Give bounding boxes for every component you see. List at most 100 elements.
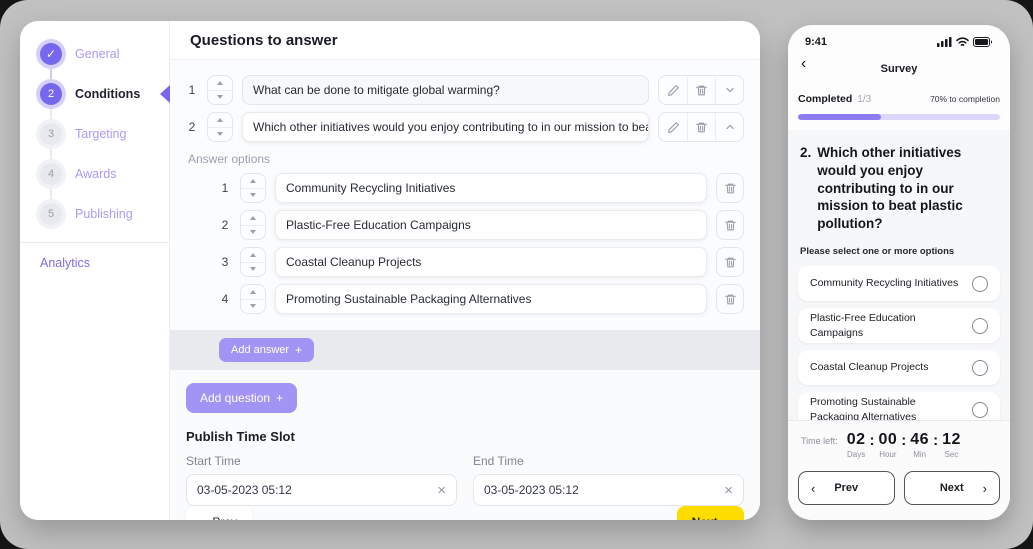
delete-icon[interactable]: [716, 247, 744, 277]
survey-option-2[interactable]: Plastic-Free Education Campaigns: [798, 308, 1000, 343]
check-icon: ✓: [46, 48, 56, 60]
answer-reorder-stepper: [240, 173, 266, 203]
next-label: Next: [692, 515, 718, 520]
sidebar-step-awards[interactable]: 4 Awards: [20, 154, 169, 194]
move-down-icon[interactable]: [208, 90, 232, 105]
survey-question-text: Which other initiatives would you enjoy …: [817, 144, 998, 233]
radio-icon[interactable]: [972, 318, 988, 334]
phone-prev-label: Prev: [834, 482, 858, 494]
question-input[interactable]: Which other initiatives would you enjoy …: [242, 112, 649, 142]
answer-input[interactable]: Plastic-Free Education Campaigns: [275, 210, 707, 240]
panel-header: Questions to answer: [170, 21, 760, 60]
step-circle-conditions: 2: [40, 83, 62, 105]
step-label-general: General: [75, 47, 119, 61]
add-answer-button[interactable]: Add answer +: [219, 338, 314, 362]
phone-nav-title: Survey: [881, 63, 918, 75]
survey-option-1[interactable]: Community Recycling Initiatives: [798, 266, 1000, 301]
wifi-icon: [956, 37, 969, 47]
move-up-icon[interactable]: [241, 211, 265, 225]
timer-colon: :: [933, 431, 938, 449]
survey-option-4[interactable]: Promoting Sustainable Packaging Alternat…: [798, 392, 1000, 420]
phone-status-bar: 9:41: [788, 25, 1010, 50]
collapse-chevron-up-icon[interactable]: [715, 113, 743, 141]
end-time-input[interactable]: 03-05-2023 05:12 ×: [473, 474, 744, 506]
sidebar-step-general[interactable]: ✓ General: [20, 34, 169, 74]
step-circle-targeting: 3: [40, 123, 62, 145]
answer-reorder-stepper: [240, 210, 266, 240]
sidebar-item-analytics[interactable]: Analytics: [20, 243, 169, 283]
timer-colon: :: [901, 431, 906, 449]
answer-input[interactable]: Promoting Sustainable Packaging Alternat…: [275, 284, 707, 314]
close-icon[interactable]: ×: [437, 483, 446, 498]
end-time-value: 03-05-2023 05:12: [484, 483, 724, 497]
progress-bar-track: [798, 114, 1000, 120]
move-up-icon[interactable]: [208, 76, 232, 90]
close-icon[interactable]: ×: [724, 483, 733, 498]
move-down-icon[interactable]: [241, 225, 265, 240]
delete-icon[interactable]: [716, 284, 744, 314]
phone-prev-button[interactable]: ‹ Prev: [798, 471, 895, 505]
move-up-icon[interactable]: [241, 285, 265, 299]
answer-input[interactable]: Community Recycling Initiatives: [275, 173, 707, 203]
answer-row-3: 3 Coastal Cleanup Projects: [219, 247, 744, 277]
answer-row-2: 2 Plastic-Free Education Campaigns: [219, 210, 744, 240]
survey-question-number: 2.: [800, 144, 811, 233]
completion-percent-text: 70% to completion: [930, 94, 1000, 104]
delete-icon[interactable]: [716, 210, 744, 240]
delete-icon[interactable]: [716, 173, 744, 203]
publish-section: Add question + Publish Time Slot Start T…: [170, 370, 760, 520]
move-down-icon[interactable]: [241, 262, 265, 277]
sidebar-step-publishing[interactable]: 5 Publishing: [20, 194, 169, 234]
question-row-1: 1 What can be done to mitigate global wa…: [186, 75, 744, 105]
campaign-editor-card: ✓ General 2 Conditions 3 Targeting 4 Awa…: [20, 21, 760, 520]
question-input[interactable]: What can be done to mitigate global warm…: [242, 75, 649, 105]
move-up-icon[interactable]: [208, 113, 232, 127]
end-time-label: End Time: [473, 454, 744, 468]
status-icons: [937, 37, 993, 47]
question-actions: [658, 112, 744, 142]
timer-seconds: 12 Sec: [942, 431, 961, 459]
radio-icon[interactable]: [972, 402, 988, 418]
phone-next-button[interactable]: Next ›: [904, 471, 1001, 505]
delete-icon[interactable]: [687, 113, 715, 141]
back-icon[interactable]: ‹: [801, 54, 806, 73]
edit-icon[interactable]: [659, 76, 687, 104]
move-down-icon[interactable]: [208, 127, 232, 142]
answer-reorder-stepper: [240, 284, 266, 314]
survey-helper-text: Please select one or more options: [800, 246, 998, 257]
sidebar-step-targeting[interactable]: 3 Targeting: [20, 114, 169, 154]
page-title: Questions to answer: [190, 32, 740, 49]
start-time-input[interactable]: 03-05-2023 05:12 ×: [186, 474, 457, 506]
delete-icon[interactable]: [687, 76, 715, 104]
start-time-label: Start Time: [186, 454, 457, 468]
countdown-timer: 02 Days : 00 Hour : 46 Min : 12 Sec: [847, 431, 961, 459]
chevron-left-icon: ‹: [811, 481, 815, 496]
radio-icon[interactable]: [972, 360, 988, 376]
chevron-left-icon: ‹: [201, 516, 205, 521]
prev-button[interactable]: ‹ Prev: [186, 506, 252, 520]
add-answer-label: Add answer: [231, 344, 289, 356]
answer-row-4: 4 Promoting Sustainable Packaging Altern…: [219, 284, 744, 314]
move-up-icon[interactable]: [241, 174, 265, 188]
screen: ✓ General 2 Conditions 3 Targeting 4 Awa…: [0, 0, 1033, 549]
edit-icon[interactable]: [659, 113, 687, 141]
move-down-icon[interactable]: [241, 188, 265, 203]
phone-nav-bar: ‹ Survey: [788, 50, 1010, 85]
progress-section: Completed 1/3 70% to completion: [788, 85, 1010, 130]
next-button[interactable]: Next ›: [677, 506, 744, 520]
cellular-signal-icon: [937, 37, 952, 47]
timer-hours: 00 Hour: [878, 431, 897, 459]
move-up-icon[interactable]: [241, 248, 265, 262]
question-actions: [658, 75, 744, 105]
timer-colon: :: [869, 431, 874, 449]
expand-chevron-down-icon[interactable]: [715, 76, 743, 104]
survey-option-3[interactable]: Coastal Cleanup Projects: [798, 350, 1000, 385]
radio-icon[interactable]: [972, 276, 988, 292]
sidebar-step-conditions[interactable]: 2 Conditions: [20, 74, 169, 114]
question-number: 1: [186, 83, 198, 97]
add-question-label: Add question: [200, 391, 270, 405]
add-question-button[interactable]: Add question +: [186, 383, 297, 413]
answer-input[interactable]: Coastal Cleanup Projects: [275, 247, 707, 277]
move-down-icon[interactable]: [241, 299, 265, 314]
prev-label: Prev: [212, 515, 237, 520]
